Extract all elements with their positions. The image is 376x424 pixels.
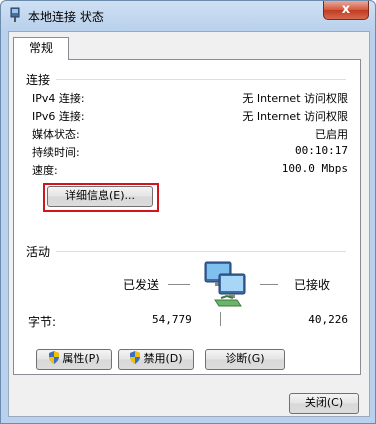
close-icon: x	[341, 2, 351, 17]
ipv6-value: 无 Internet 访问权限	[242, 110, 348, 123]
duration-label: 持续时间:	[32, 146, 80, 159]
network-computers-icon	[204, 261, 246, 307]
bytes-label: 字节:	[28, 315, 57, 329]
speed-value: 100.0 Mbps	[281, 162, 348, 175]
bytes-sent-value: 54,779	[152, 313, 192, 326]
title-bar[interactable]: 本地连接 状态 x	[1, 1, 375, 31]
received-line	[260, 284, 278, 285]
uac-shield-icon	[49, 351, 60, 364]
received-label: 已接收	[294, 278, 331, 292]
uac-shield-icon	[130, 351, 141, 364]
close-window-button[interactable]: x	[323, 1, 369, 20]
dialog-client-area: 常规 连接 IPv4 连接: 无 Internet 访问权限 IPv6 连接: …	[8, 31, 370, 417]
connection-heading: 连接	[26, 73, 51, 87]
status-window: 本地连接 状态 x 常规 连接 IPv4 连接: 无 Internet 访问权限…	[0, 0, 376, 424]
bytes-received-value: 40,226	[308, 313, 348, 326]
sent-label: 已发送	[123, 278, 160, 292]
tab-general[interactable]: 常规	[13, 37, 69, 60]
ipv4-label: IPv4 连接:	[32, 92, 85, 105]
speed-label: 速度:	[32, 164, 58, 177]
ipv6-label: IPv6 连接:	[32, 110, 85, 123]
connection-separator	[56, 79, 346, 80]
window-title: 本地连接 状态	[28, 10, 104, 24]
activity-heading: 活动	[26, 245, 51, 259]
disable-button[interactable]: 禁用(D)	[118, 349, 194, 370]
duration-value: 00:10:17	[295, 144, 348, 157]
sent-line	[168, 284, 190, 285]
close-button[interactable]: 关闭(C)	[289, 393, 359, 414]
disable-label: 禁用(D)	[143, 352, 183, 365]
general-tab-panel: 连接 IPv4 连接: 无 Internet 访问权限 IPv6 连接: 无 I…	[13, 59, 361, 375]
activity-separator	[56, 251, 346, 252]
ipv4-value: 无 Internet 访问权限	[242, 92, 348, 105]
network-adapter-icon	[10, 7, 20, 22]
properties-button[interactable]: 属性(P)	[36, 349, 112, 370]
details-button[interactable]: 详细信息(E)...	[47, 186, 153, 207]
diagnose-button[interactable]: 诊断(G)	[205, 349, 285, 370]
properties-label: 属性(P)	[62, 352, 100, 365]
media-state-value: 已启用	[315, 128, 348, 141]
media-state-label: 媒体状态:	[32, 128, 80, 141]
activity-divider	[220, 312, 221, 326]
